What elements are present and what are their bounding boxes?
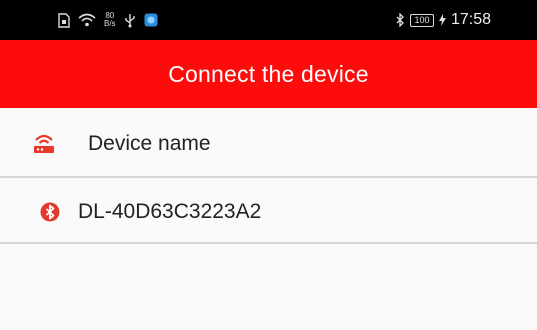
device-list-header-label: Device name — [88, 132, 211, 155]
app-notification-icon — [144, 13, 158, 27]
device-list-header: Device name — [0, 110, 537, 178]
status-time: 17:58 — [450, 11, 491, 28]
battery-indicator: 100 — [409, 13, 434, 27]
sim-card-icon — [58, 12, 70, 28]
wifi-icon — [78, 13, 96, 27]
network-speed-unit: B/s — [104, 19, 116, 28]
bluetooth-status-icon — [395, 13, 405, 27]
usb-icon — [124, 13, 136, 28]
device-name: DL-40D63C3223A2 — [78, 200, 262, 223]
app-title-bar: Connect the device — [0, 40, 537, 108]
page-title: Connect the device — [168, 60, 369, 87]
status-right-group: 100 17:58 — [395, 0, 491, 40]
status-bar: 80 B/s 100 17:58 — [0, 0, 537, 40]
charging-icon — [438, 14, 446, 26]
router-icon — [33, 134, 55, 159]
device-list-item[interactable]: DL-40D63C3223A2 — [0, 180, 537, 244]
network-speed: 80 B/s — [104, 12, 116, 28]
bluetooth-icon — [40, 202, 60, 227]
status-left-group: 80 B/s — [58, 0, 158, 40]
